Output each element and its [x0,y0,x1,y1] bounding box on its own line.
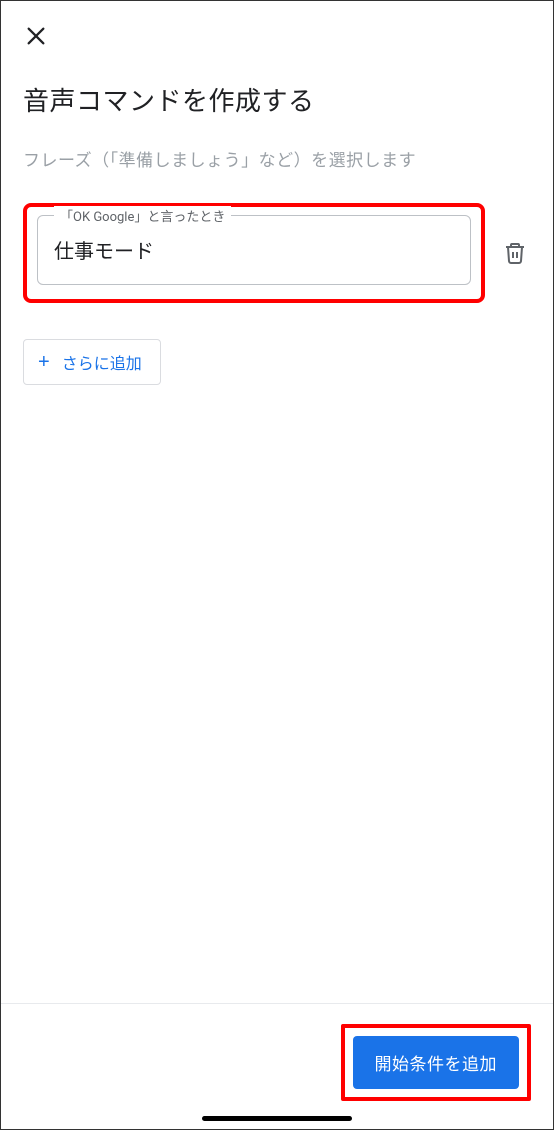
delete-phrase-button[interactable] [499,237,531,269]
header [1,1,553,61]
trash-icon [503,241,527,265]
page-title: 音声コマンドを作成する [23,81,531,118]
close-button[interactable] [21,21,51,51]
home-indicator [202,1116,352,1121]
phrase-input-legend: 「OK Google」と言ったとき [54,206,231,225]
plus-icon: + [38,352,50,372]
page-subtitle: フレーズ（「準備しましょう」など）を選択します [23,146,531,171]
phrase-input[interactable] [54,238,454,261]
add-more-button[interactable]: + さらに追加 [23,339,161,385]
main-content: 音声コマンドを作成する フレーズ（「準備しましょう」など）を選択します 「OK … [1,61,553,385]
highlight-box: 「OK Google」と言ったとき [23,203,485,303]
submit-button[interactable]: 開始条件を追加 [353,1036,520,1089]
add-more-label: さらに追加 [62,350,142,374]
footer: 開始条件を追加 [1,1003,553,1129]
phrase-input-field[interactable]: 「OK Google」と言ったとき [37,215,471,285]
submit-highlight: 開始条件を追加 [341,1024,532,1101]
phrase-input-row: 「OK Google」と言ったとき [23,203,531,303]
close-icon [25,25,47,47]
